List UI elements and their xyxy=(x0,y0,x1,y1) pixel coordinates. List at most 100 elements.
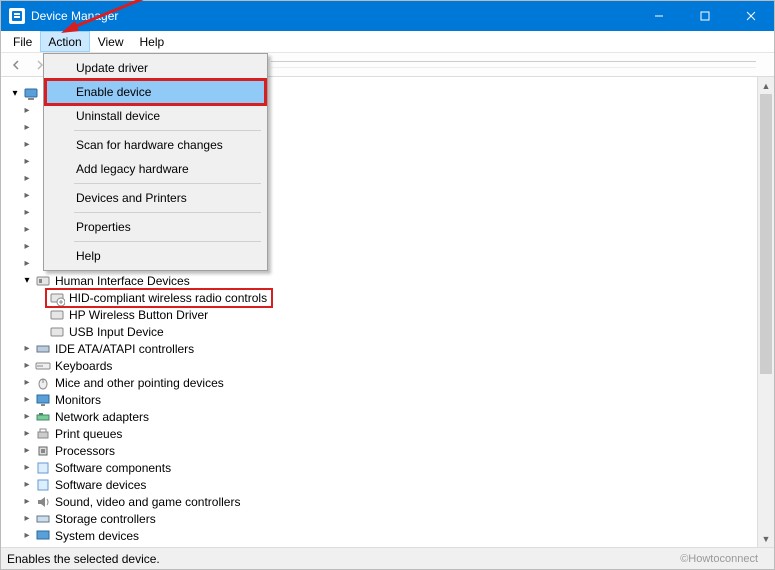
watermark: ©Howtoconnect xyxy=(680,553,774,565)
toolbar-back-button[interactable] xyxy=(5,55,27,75)
tree-item-processors[interactable]: ▸ Processors xyxy=(9,442,756,459)
minimize-button[interactable] xyxy=(636,1,682,31)
expand-icon[interactable]: ▸ xyxy=(21,207,33,218)
title-bar: Device Manager xyxy=(1,1,774,31)
hid-device-icon xyxy=(49,290,65,306)
maximize-button[interactable] xyxy=(682,1,728,31)
menu-uninstall-device[interactable]: Uninstall device xyxy=(46,104,265,128)
software-icon xyxy=(35,460,51,476)
menu-scan-hardware[interactable]: Scan for hardware changes xyxy=(46,133,265,157)
expand-icon[interactable]: ▸ xyxy=(21,122,33,133)
tree-item-mice[interactable]: ▸ Mice and other pointing devices xyxy=(9,374,756,391)
speaker-icon xyxy=(35,494,51,510)
software-icon xyxy=(35,477,51,493)
tree-label: HP Wireless Button Driver xyxy=(69,308,208,322)
menu-devices-printers[interactable]: Devices and Printers xyxy=(46,186,265,210)
menu-add-legacy[interactable]: Add legacy hardware xyxy=(46,157,265,181)
tree-item-hp-wireless[interactable]: HP Wireless Button Driver xyxy=(9,306,756,323)
tree-item-network[interactable]: ▸ Network adapters xyxy=(9,408,756,425)
app-icon xyxy=(9,8,25,24)
tree-item-softdev[interactable]: ▸ Software devices xyxy=(9,476,756,493)
mouse-icon xyxy=(35,375,51,391)
menu-action[interactable]: Action xyxy=(40,31,89,52)
network-icon xyxy=(35,409,51,425)
expand-icon[interactable]: ▸ xyxy=(21,411,33,422)
tree-label: Storage controllers xyxy=(55,512,156,526)
tree-label: Monitors xyxy=(55,393,101,407)
toolbar-divider xyxy=(271,61,756,62)
expand-icon[interactable]: ▾ xyxy=(9,88,21,99)
tree-label: Human Interface Devices xyxy=(55,274,190,288)
close-button[interactable] xyxy=(728,1,774,31)
menu-separator xyxy=(74,130,261,131)
expand-icon[interactable]: ▸ xyxy=(21,513,33,524)
status-text: Enables the selected device. xyxy=(7,552,160,566)
vertical-scrollbar[interactable]: ▲ ▼ xyxy=(757,77,774,547)
expand-icon[interactable]: ▸ xyxy=(21,190,33,201)
menu-help[interactable]: Help xyxy=(132,31,173,52)
tree-label: Software components xyxy=(55,461,171,475)
toolbar-divider xyxy=(271,67,756,68)
expand-icon[interactable]: ▸ xyxy=(21,479,33,490)
computer-icon xyxy=(23,86,39,102)
keyboard-icon xyxy=(35,358,51,374)
tree-item-softcomp[interactable]: ▸ Software components xyxy=(9,459,756,476)
ide-icon xyxy=(35,341,51,357)
tree-label: Mice and other pointing devices xyxy=(55,376,224,390)
scroll-down-icon[interactable]: ▼ xyxy=(758,530,774,547)
tree-item-sysdev[interactable]: ▸ System devices xyxy=(9,527,756,544)
tree-label: IDE ATA/ATAPI controllers xyxy=(55,342,194,356)
expand-icon[interactable]: ▸ xyxy=(21,156,33,167)
expand-icon[interactable]: ▸ xyxy=(21,105,33,116)
hid-icon xyxy=(35,273,51,289)
scroll-thumb[interactable] xyxy=(760,94,772,374)
expand-icon[interactable]: ▸ xyxy=(21,224,33,235)
tree-label: System devices xyxy=(55,529,139,543)
menu-separator xyxy=(74,212,261,213)
tree-item-printq[interactable]: ▸ Print queues xyxy=(9,425,756,442)
expand-icon[interactable]: ▸ xyxy=(21,445,33,456)
scroll-up-icon[interactable]: ▲ xyxy=(758,77,774,94)
printer-icon xyxy=(35,426,51,442)
cpu-icon xyxy=(35,443,51,459)
expand-icon[interactable]: ▸ xyxy=(21,241,33,252)
expand-icon[interactable]: ▸ xyxy=(21,428,33,439)
expand-icon[interactable]: ▸ xyxy=(21,462,33,473)
tree-item-usb-input[interactable]: USB Input Device xyxy=(9,323,756,340)
expand-icon[interactable]: ▸ xyxy=(21,496,33,507)
menu-separator xyxy=(74,241,261,242)
expand-icon[interactable]: ▸ xyxy=(21,258,33,269)
menu-enable-device[interactable]: Enable device xyxy=(46,80,265,104)
hid-device-icon xyxy=(49,324,65,340)
monitor-icon xyxy=(35,392,51,408)
menu-update-driver[interactable]: Update driver xyxy=(46,56,265,80)
collapse-icon[interactable]: ▾ xyxy=(21,275,33,286)
tree-item-ide[interactable]: ▸ IDE ATA/ATAPI controllers xyxy=(9,340,756,357)
status-bar: Enables the selected device. ©Howtoconne… xyxy=(1,547,774,569)
tree-item-keyboards[interactable]: ▸ Keyboards xyxy=(9,357,756,374)
window-controls xyxy=(636,1,774,31)
menu-file[interactable]: File xyxy=(5,31,40,52)
tree-item-monitors[interactable]: ▸ Monitors xyxy=(9,391,756,408)
tree-item-sound[interactable]: ▸ Sound, video and game controllers xyxy=(9,493,756,510)
tree-label: USB Input Device xyxy=(69,325,164,339)
system-icon xyxy=(35,528,51,544)
menu-properties[interactable]: Properties xyxy=(46,215,265,239)
tree-label: HID-compliant wireless radio controls xyxy=(69,291,267,305)
tree-item-hid-wireless[interactable]: HID-compliant wireless radio controls xyxy=(9,289,756,306)
menu-view[interactable]: View xyxy=(90,31,132,52)
expand-icon[interactable]: ▸ xyxy=(21,139,33,150)
tree-label: Software devices xyxy=(55,478,146,492)
expand-icon[interactable]: ▸ xyxy=(21,360,33,371)
tree-item-storage[interactable]: ▸ Storage controllers xyxy=(9,510,756,527)
expand-icon[interactable]: ▸ xyxy=(21,394,33,405)
expand-icon[interactable]: ▸ xyxy=(21,377,33,388)
expand-icon[interactable]: ▸ xyxy=(21,343,33,354)
tree-item-hid[interactable]: ▾ Human Interface Devices xyxy=(9,272,756,289)
tree-label: Keyboards xyxy=(55,359,112,373)
expand-icon[interactable]: ▸ xyxy=(21,173,33,184)
tree-label: Sound, video and game controllers xyxy=(55,495,240,509)
storage-icon xyxy=(35,511,51,527)
expand-icon[interactable]: ▸ xyxy=(21,530,33,541)
menu-help[interactable]: Help xyxy=(46,244,265,268)
